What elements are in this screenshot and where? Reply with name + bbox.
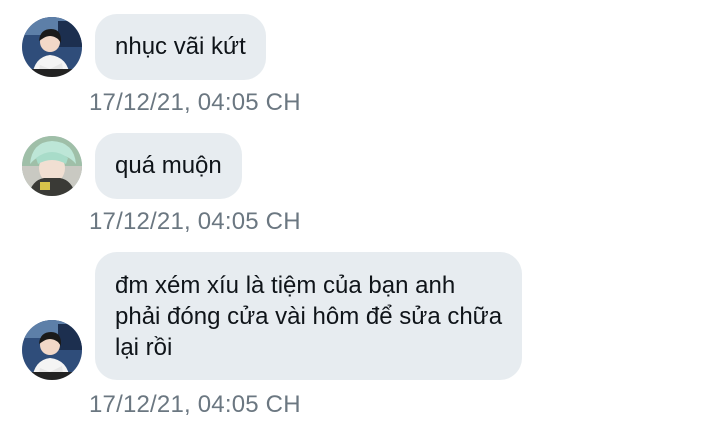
message-text-line: phải đóng cửa vài hôm để sửa chữa xyxy=(115,303,503,330)
message-text-line: lại rồi xyxy=(115,334,173,361)
message-text: quá muộn xyxy=(115,152,222,179)
message-bubble[interactable]: nhục vãi kứt xyxy=(95,14,266,80)
avatar[interactable] xyxy=(22,136,82,196)
message-thread: nhục vãi kứt 17/12/21, 04:05 CH quá muộn… xyxy=(0,0,720,425)
message-text: nhục vãi kứt xyxy=(115,33,246,60)
message-bubble[interactable]: quá muộn xyxy=(95,133,242,199)
profile-photo-icon xyxy=(22,17,82,77)
message-timestamp: 17/12/21, 04:05 CH xyxy=(89,391,301,418)
message-bubble[interactable]: đm xém xíu là tiệm của bạn anh phải đóng… xyxy=(95,252,523,380)
avatar[interactable] xyxy=(22,320,82,380)
message-timestamp: 17/12/21, 04:05 CH xyxy=(89,89,301,116)
message-text-line: đm xém xíu là tiệm của bạn anh xyxy=(115,272,456,299)
avatar[interactable] xyxy=(22,17,82,77)
message-timestamp: 17/12/21, 04:05 CH xyxy=(89,208,301,235)
profile-photo-icon xyxy=(22,320,82,380)
profile-photo-icon xyxy=(22,136,82,196)
